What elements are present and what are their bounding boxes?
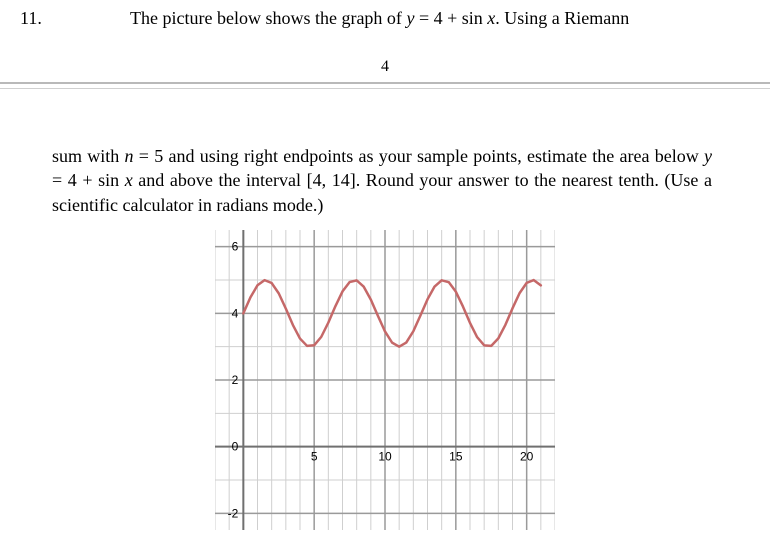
svg-text:-2: -2 (228, 506, 239, 520)
intro-text: The picture below shows the graph of y =… (130, 8, 629, 29)
svg-text:4: 4 (232, 306, 239, 320)
section-divider-bottom (0, 88, 770, 89)
section-divider-top (0, 82, 770, 84)
svg-text:5: 5 (311, 450, 318, 464)
svg-text:0: 0 (232, 440, 239, 454)
svg-text:15: 15 (449, 450, 463, 464)
page: 11. The picture below shows the graph of… (0, 0, 770, 548)
svg-text:2: 2 (232, 373, 239, 387)
svg-text:6: 6 (232, 240, 239, 254)
question-number: 11. (20, 8, 42, 29)
svg-text:10: 10 (378, 450, 392, 464)
svg-text:20: 20 (520, 450, 534, 464)
chart: -2 0 2 4 6 5 10 15 20 (215, 230, 555, 530)
chart-svg: -2 0 2 4 6 5 10 15 20 (215, 230, 555, 530)
page-number: 4 (0, 58, 770, 76)
problem-body-text: sum with n = 5 and using right endpoints… (52, 144, 712, 217)
